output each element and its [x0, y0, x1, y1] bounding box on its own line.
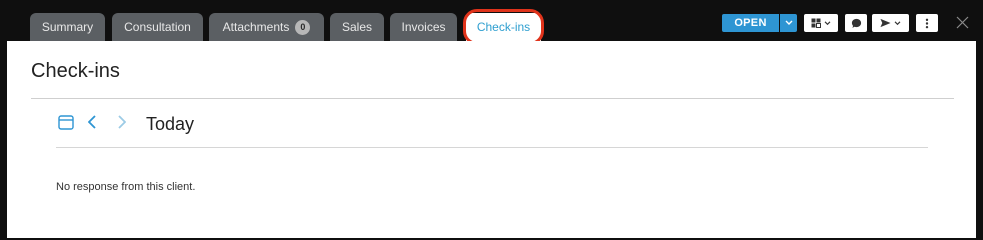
chevron-left-icon: [88, 115, 96, 129]
chat-bubble-icon: [851, 18, 861, 28]
empty-state-message: No response from this client.: [56, 181, 196, 193]
divider: [56, 147, 928, 148]
previous-day-button[interactable]: [85, 113, 99, 131]
chevron-down-icon: [785, 20, 792, 25]
tab-summary[interactable]: Summary: [30, 13, 105, 41]
tab-check-ins[interactable]: Check-ins: [466, 13, 541, 41]
date-label: Today: [146, 114, 195, 134]
more-vertical-icon: [925, 18, 929, 28]
tab-label: Invoices: [401, 20, 446, 34]
check-ins-panel: Check-ins Today No response from this cl…: [7, 41, 976, 238]
tab-bar: Summary Consultation Attachments 0 Sales…: [0, 0, 983, 45]
send-icon: [880, 18, 891, 28]
divider: [31, 98, 954, 99]
client-window: Summary Consultation Attachments 0 Sales…: [0, 0, 983, 238]
tab-label: Attachments: [222, 20, 290, 34]
layout-menu-button[interactable]: [804, 14, 838, 32]
tab-invoices[interactable]: Invoices: [390, 13, 457, 41]
open-dropdown-button[interactable]: [780, 14, 797, 32]
send-menu-button[interactable]: [872, 14, 909, 32]
tab-sales[interactable]: Sales: [330, 13, 384, 41]
chevron-down-icon: [824, 20, 831, 25]
attachments-count-badge: 0: [295, 19, 311, 35]
tab-label: Sales: [341, 20, 373, 34]
tab-consultation[interactable]: Consultation: [112, 13, 203, 41]
more-options-button[interactable]: [916, 14, 938, 32]
chevron-down-icon: [894, 20, 901, 25]
calendar-icon: [58, 115, 74, 130]
tab-label: Consultation: [124, 20, 191, 34]
tab-attachments[interactable]: Attachments 0: [209, 13, 324, 41]
close-window-button[interactable]: [953, 12, 971, 32]
chevron-right-icon: [118, 115, 126, 129]
open-button-label: OPEN: [734, 17, 767, 29]
tab-label: Summary: [41, 20, 94, 34]
layout-grid-icon: [811, 18, 821, 28]
next-day-button[interactable]: [115, 113, 129, 131]
page-title: Check-ins: [31, 60, 120, 82]
chat-button[interactable]: [845, 14, 867, 32]
tab-label: Check-ins: [476, 20, 531, 34]
calendar-button[interactable]: [58, 114, 74, 130]
open-button[interactable]: OPEN: [722, 14, 779, 32]
close-icon: [956, 16, 968, 28]
